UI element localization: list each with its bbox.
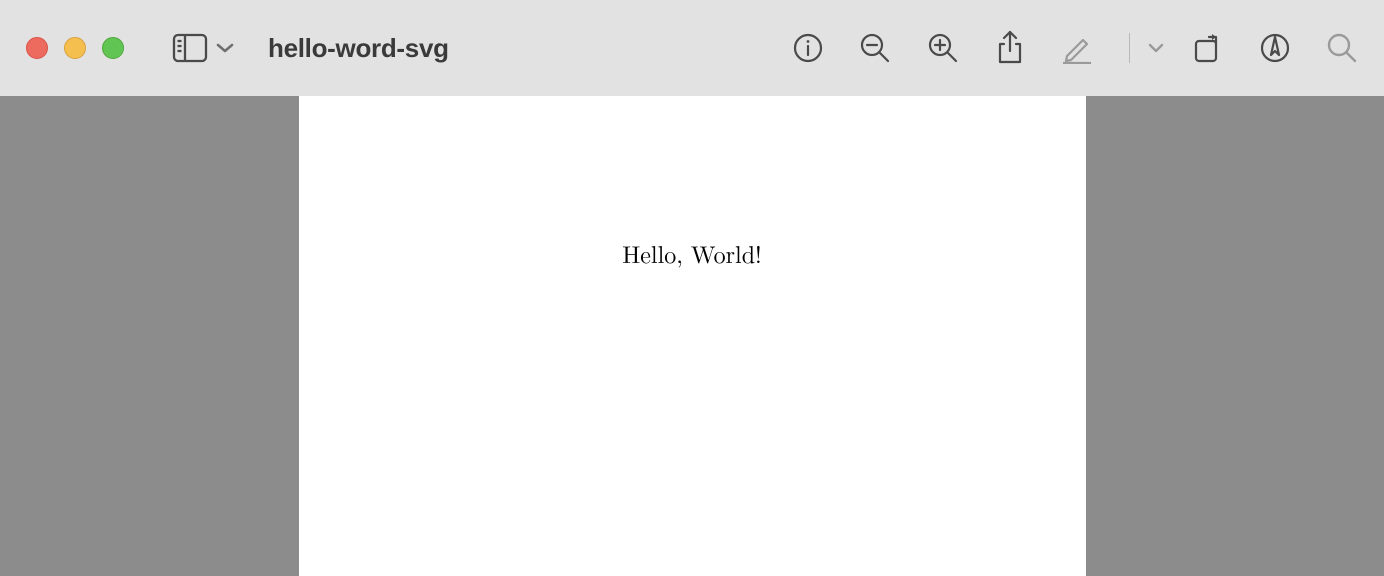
close-window-button[interactable]: [26, 37, 48, 59]
zoom-in-icon[interactable]: [927, 32, 959, 64]
window-title: hello-word-svg: [268, 33, 449, 64]
content-area: Hello, World!: [0, 96, 1384, 576]
toolbar: [793, 30, 1358, 66]
sidebar-toggle-icon[interactable]: [172, 33, 208, 63]
maximize-window-button[interactable]: [102, 37, 124, 59]
highlight-icon[interactable]: [1260, 33, 1290, 63]
rotate-icon[interactable]: [1192, 32, 1224, 64]
zoom-out-icon[interactable]: [859, 32, 891, 64]
traffic-lights: [26, 37, 124, 59]
document-body-text: Hello, World!: [299, 236, 1086, 270]
markup-icon[interactable]: [1061, 32, 1093, 64]
search-icon[interactable]: [1326, 32, 1358, 64]
minimize-window-button[interactable]: [64, 37, 86, 59]
toolbar-divider: [1129, 33, 1130, 63]
info-icon[interactable]: [793, 33, 823, 63]
chevron-down-icon[interactable]: [216, 42, 234, 54]
window-titlebar: hello-word-svg: [0, 0, 1384, 96]
document-page: Hello, World!: [299, 96, 1086, 576]
share-icon[interactable]: [995, 30, 1025, 66]
chevron-down-small-icon[interactable]: [1148, 43, 1164, 53]
